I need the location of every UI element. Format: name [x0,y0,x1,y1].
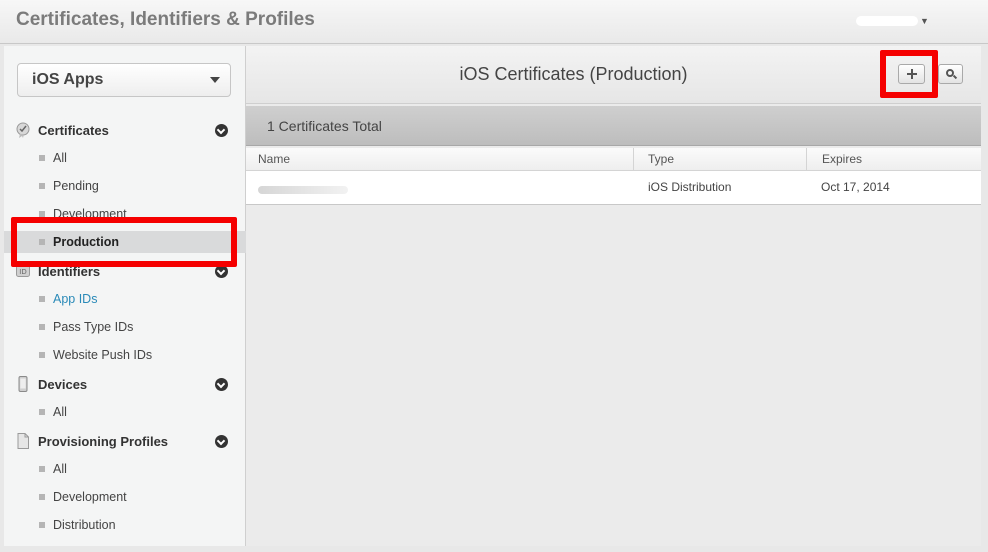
certificates-count: 1 Certificates Total [267,118,382,134]
device-icon [18,376,28,392]
sidebar-section-certificates[interactable]: Certificates [4,120,246,142]
sidebar-item-label: Distribution [53,518,116,532]
section-label: Certificates [38,123,109,138]
app-title: Certificates, Identifiers & Profiles [16,9,315,30]
sidebar-item-distribution[interactable]: Distribution [4,514,246,536]
sidebar-item-label: Pass Type IDs [53,320,134,334]
sidebar-item-label: Website Push IDs [53,348,153,362]
sidebar-item-profiles-all[interactable]: All [4,458,246,480]
user-name-redacted [856,15,918,26]
user-menu[interactable]: ▼ [856,12,929,27]
search-handle [952,74,958,80]
sidebar-item-label: All [53,462,67,476]
sidebar-item-label: All [53,151,67,165]
certificates-table: Name Type Expires iOS Distribution Oct 1… [246,148,981,205]
highlight-box-add-button [880,50,938,98]
sidebar-item-label: Pending [53,179,99,193]
section-label: Provisioning Profiles [38,434,169,449]
sidebar-section-devices[interactable]: Devices [4,374,246,396]
sidebar-item-label: Development [53,490,127,504]
bullet-icon [39,494,45,500]
platform-select[interactable]: iOS Apps [17,63,231,97]
main-panel: iOS Certificates (Production) 1 Certific… [246,46,981,546]
sidebar-section-provisioning-profiles[interactable]: Provisioning Profiles [4,431,246,453]
bullet-icon [39,409,45,415]
column-header-name[interactable]: Name [246,148,634,171]
sidebar-item-devices-all[interactable]: All [4,401,246,423]
column-header-type[interactable]: Type [634,148,807,171]
bullet-icon [39,155,45,161]
sidebar-item-label: All [53,405,67,419]
summary-bar: 1 Certificates Total [246,106,981,146]
sidebar-item-profiles-development[interactable]: Development [4,486,246,508]
chevron-circle-icon[interactable] [215,124,228,137]
sidebar-item-label: App IDs [53,292,98,306]
page-title: iOS Certificates (Production) [459,64,688,84]
sidebar-item-app-ids[interactable]: App IDs [4,288,246,310]
top-bar: Certificates, Identifiers & Profiles ▼ [0,0,988,44]
search-icon[interactable] [938,64,963,84]
section-label: Devices [38,377,88,392]
bullet-icon [39,352,45,358]
certificate-name-redacted [258,183,348,197]
column-header-expires[interactable]: Expires [807,148,981,171]
chevron-down-icon [210,77,220,83]
certificate-expires: Oct 17, 2014 [821,180,890,194]
chevron-circle-icon[interactable] [215,435,228,448]
svg-text:ID: ID [19,268,26,276]
certificate-type: iOS Distribution [648,180,732,194]
bullet-icon [39,324,45,330]
table-header: Name Type Expires [246,148,981,171]
caret-down-icon: ▼ [920,15,929,26]
bullet-icon [39,522,45,528]
table-row[interactable]: iOS Distribution Oct 17, 2014 [246,171,981,204]
highlight-box-production [11,217,237,267]
sidebar-item-pending[interactable]: Pending [4,175,246,197]
chevron-circle-icon[interactable] [215,378,228,391]
sidebar-item-pass-type-ids[interactable]: Pass Type IDs [4,316,246,338]
bullet-icon [39,183,45,189]
sidebar-item-certificates-all[interactable]: All [4,147,246,169]
bullet-icon [39,466,45,472]
certificate-icon [16,122,30,138]
document-icon [17,433,29,449]
platform-select-value: iOS Apps [32,71,104,88]
main-header: iOS Certificates (Production) [246,46,981,104]
sidebar: iOS Apps Certificates All Pending Develo… [4,46,246,546]
bullet-icon [39,296,45,302]
sidebar-item-website-push-ids[interactable]: Website Push IDs [4,344,246,366]
